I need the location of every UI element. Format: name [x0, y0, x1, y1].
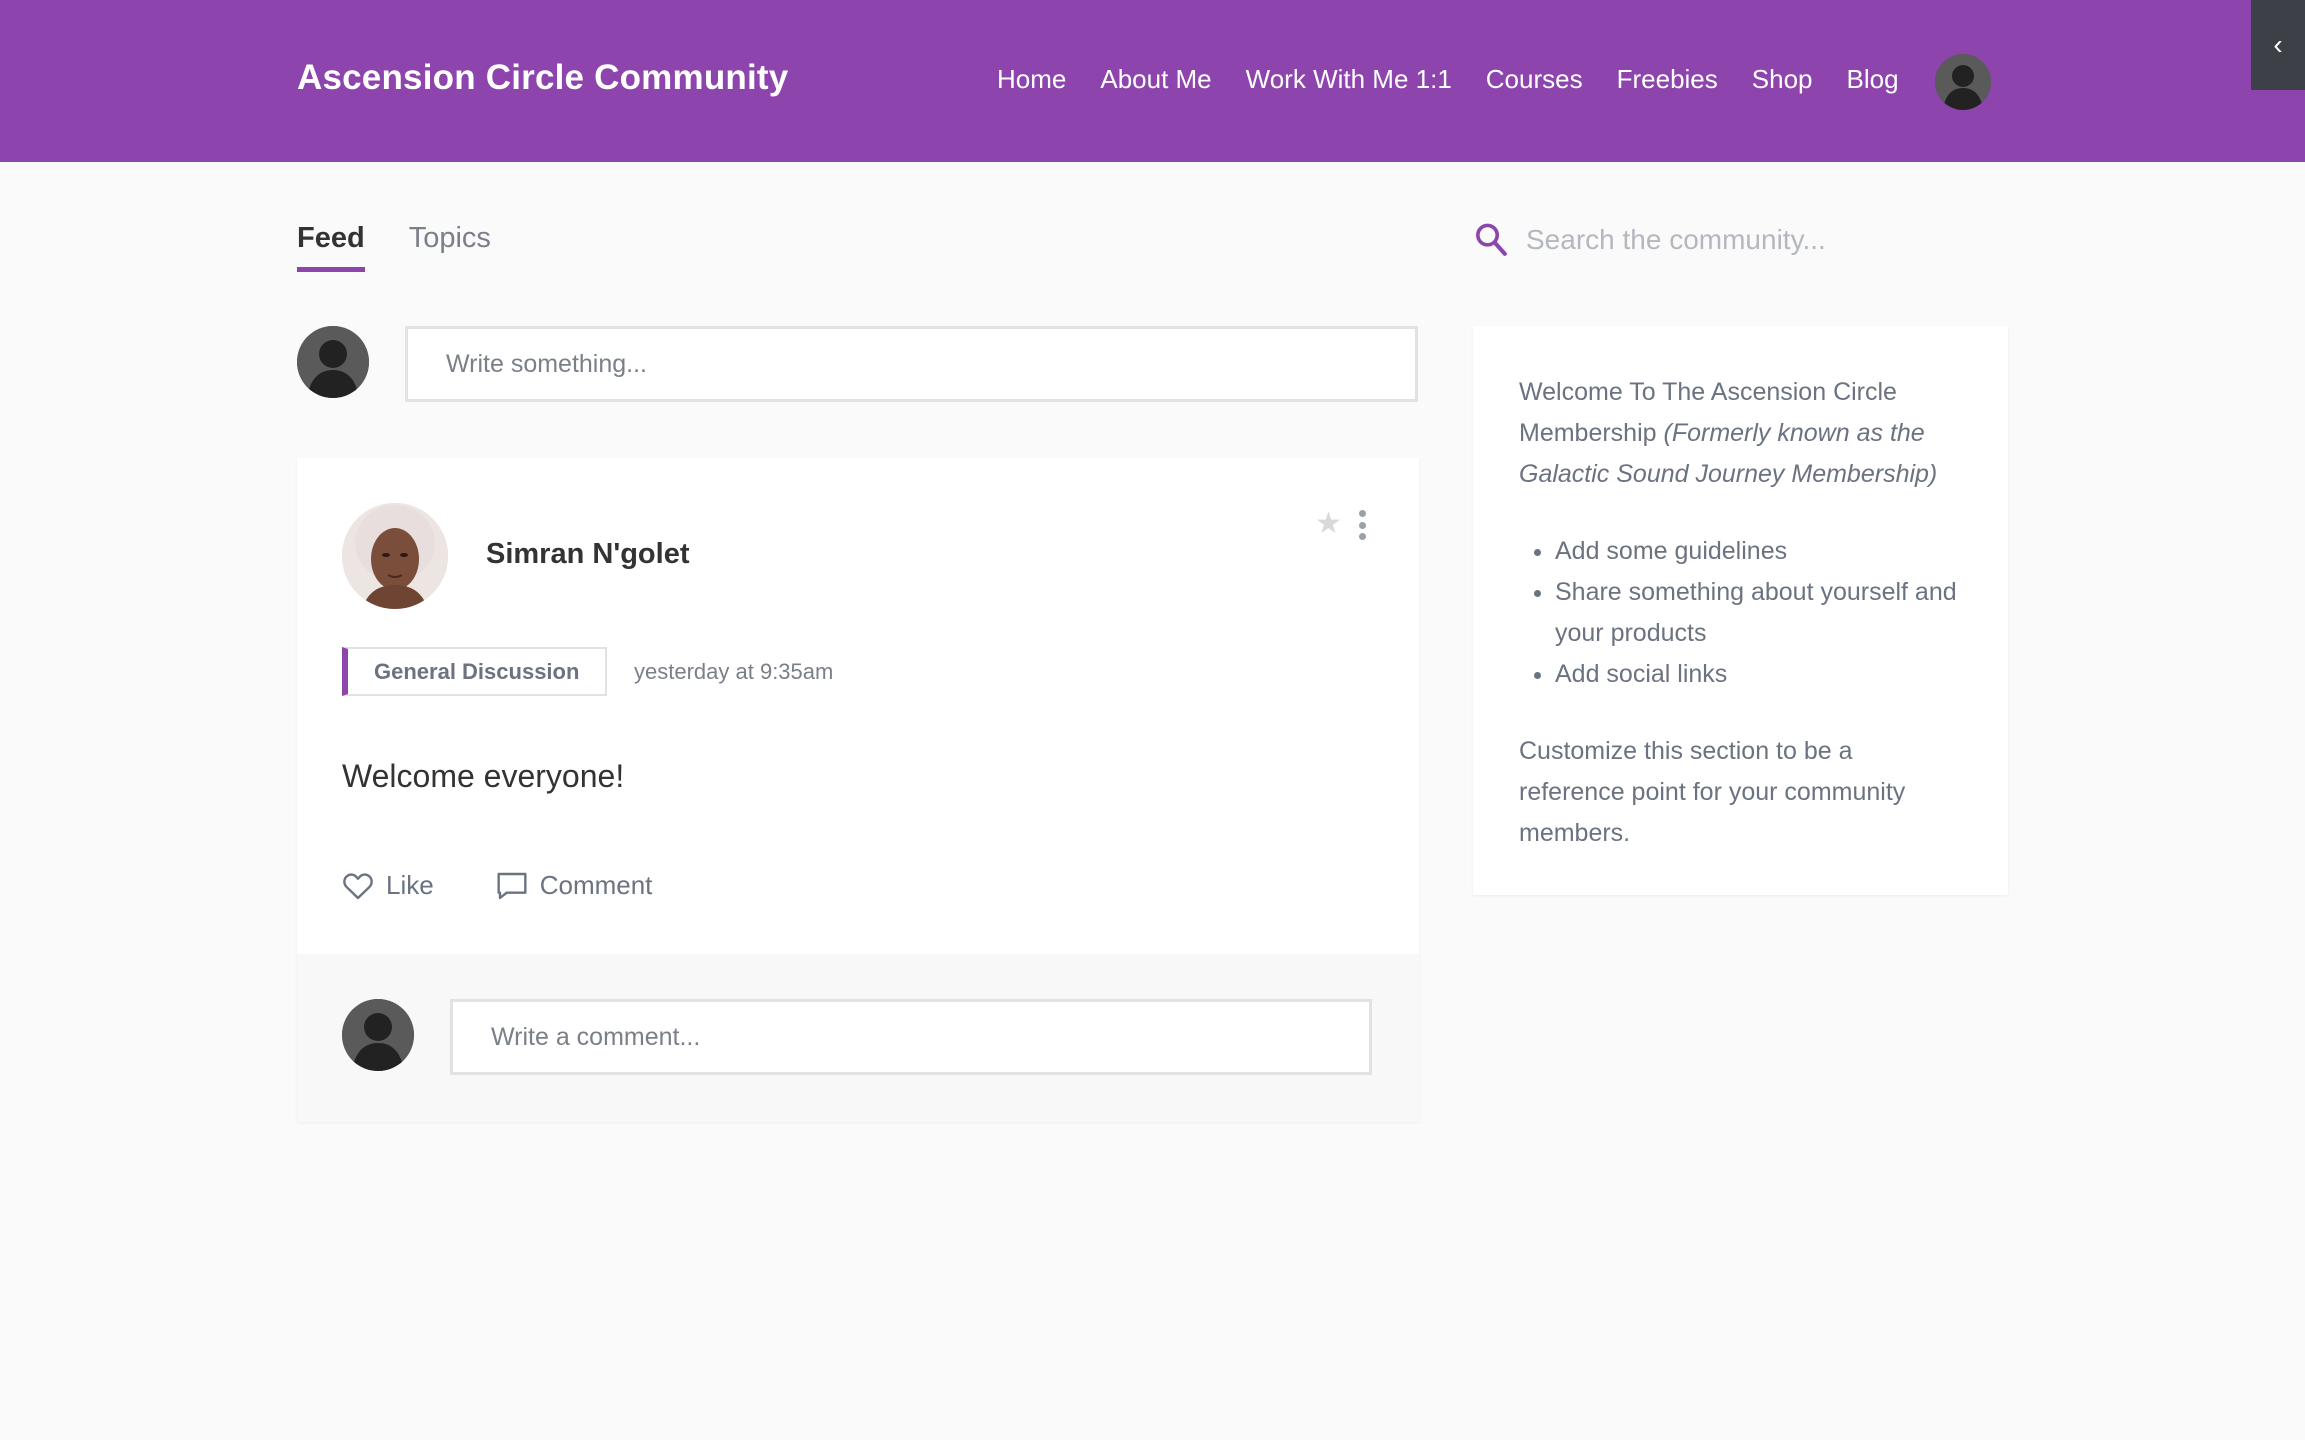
comment-icon — [497, 872, 527, 899]
post-timestamp[interactable]: yesterday at 9:35am — [634, 659, 833, 685]
author-photo — [342, 503, 448, 609]
list-item: Add some guidelines — [1555, 531, 1962, 572]
star-icon[interactable]: ★ — [1315, 506, 1342, 541]
nav-courses[interactable]: Courses — [1486, 64, 1583, 95]
chevron-left-icon: ‹ — [2273, 29, 2283, 60]
composer-avatar — [297, 326, 369, 398]
new-post-input[interactable]: Write something... — [405, 326, 1418, 402]
comment-input[interactable]: Write a comment... — [450, 999, 1372, 1075]
feed-tabs: Feed Topics — [297, 222, 491, 272]
topic-badge[interactable]: General Discussion — [342, 647, 608, 696]
user-silhouette-icon — [342, 999, 414, 1071]
user-silhouette-icon — [1935, 54, 1991, 110]
nav-blog[interactable]: Blog — [1847, 64, 1899, 95]
tab-feed[interactable]: Feed — [297, 222, 365, 272]
post-body: Welcome everyone! — [342, 758, 625, 794]
comment-avatar — [342, 999, 414, 1071]
nav-about-me[interactable]: About Me — [1100, 64, 1211, 95]
main-nav: Home About Me Work With Me 1:1 Courses F… — [997, 64, 1933, 95]
nav-home[interactable]: Home — [997, 64, 1066, 95]
list-item: Add social links — [1555, 654, 1962, 695]
more-vertical-icon[interactable] — [1355, 510, 1369, 540]
comment-label: Comment — [539, 870, 653, 900]
list-item: Share something about yourself and your … — [1555, 572, 1962, 654]
user-silhouette-icon — [297, 326, 369, 398]
post-card: Simran N'golet ★ General Discussion yest… — [297, 458, 1419, 1122]
customize-text: Customize this section to be a reference… — [1519, 737, 1906, 847]
community-info-card: Welcome To The Ascension Circle Membersh… — [1473, 326, 2008, 895]
post-actions: Like Comment — [342, 870, 714, 901]
author-avatar[interactable] — [342, 503, 448, 609]
nav-freebies[interactable]: Freebies — [1617, 64, 1718, 95]
tab-topics[interactable]: Topics — [409, 222, 491, 272]
heart-icon — [343, 872, 373, 899]
author-name[interactable]: Simran N'golet — [486, 538, 689, 571]
site-header: Ascension Circle Community Home About Me… — [0, 0, 2305, 162]
guideline-list: Add some guidelines Share something abou… — [1555, 531, 1962, 695]
like-button[interactable]: Like — [342, 870, 434, 901]
search-icon — [1476, 223, 1507, 256]
like-label: Like — [386, 870, 434, 900]
comment-composer: Write a comment... — [297, 954, 1419, 1122]
search-input[interactable]: Search the community... — [1526, 224, 1826, 256]
user-avatar[interactable] — [1935, 54, 1991, 110]
community-search[interactable]: Search the community... — [1474, 222, 1826, 258]
welcome-text: Welcome To The Ascension Circle Membersh… — [1519, 372, 1962, 495]
nav-shop[interactable]: Shop — [1752, 64, 1813, 95]
comment-button[interactable]: Comment — [496, 870, 653, 901]
nav-work-with-me[interactable]: Work With Me 1:1 — [1246, 64, 1452, 95]
site-brand[interactable]: Ascension Circle Community — [297, 58, 788, 98]
sidebar-collapse-button[interactable]: ‹ — [2251, 0, 2305, 90]
